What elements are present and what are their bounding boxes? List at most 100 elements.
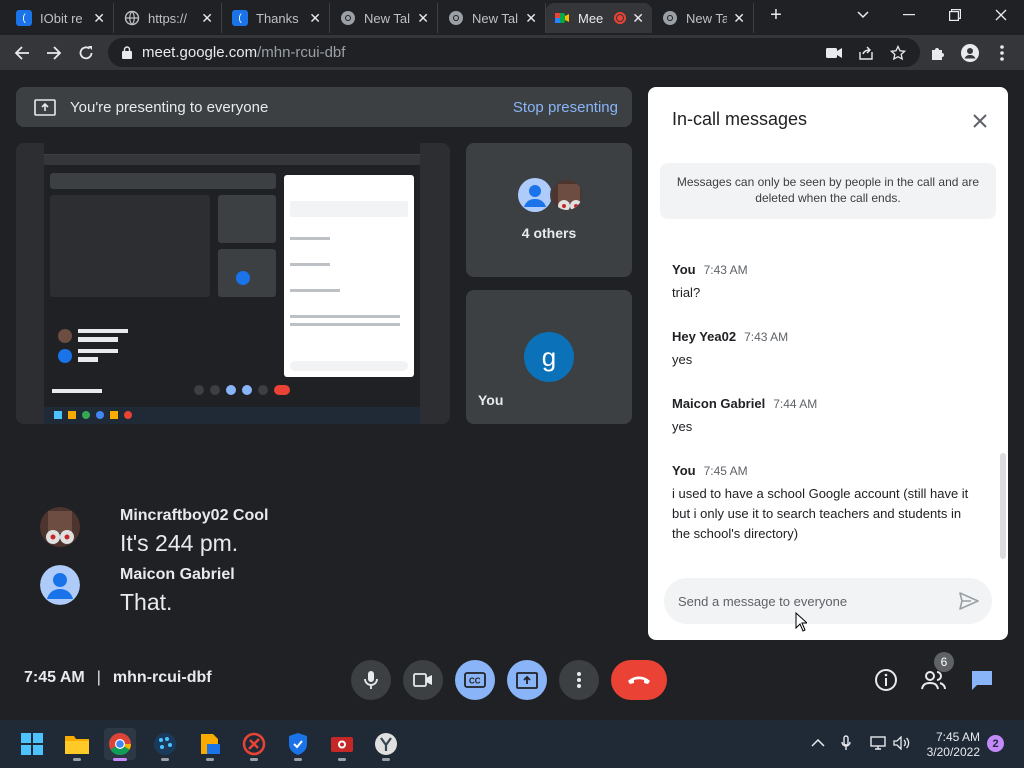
url-host: meet.google.com	[142, 44, 258, 61]
close-tab-icon[interactable]: ✕	[93, 10, 105, 27]
mouse-cursor-icon	[795, 611, 809, 637]
message-time: 7:45 AM	[703, 464, 748, 478]
browser-tab[interactable]: ( Thanks ✕	[224, 3, 330, 33]
restore-icon[interactable]	[932, 0, 978, 30]
bookmark-star-icon[interactable]	[888, 43, 908, 63]
message-time: 7:43 AM	[703, 263, 748, 277]
camera-button[interactable]	[403, 660, 443, 700]
chrome-icon	[662, 10, 678, 26]
caption-text: That.	[120, 589, 173, 615]
browser-tab-active[interactable]: Mee ✕	[546, 3, 652, 33]
kebab-menu-icon[interactable]	[992, 43, 1012, 63]
microphone-tray-icon[interactable]	[837, 734, 855, 752]
meet-icon	[554, 10, 570, 26]
microphone-button[interactable]	[351, 660, 391, 700]
yandex-browser-icon[interactable]	[370, 728, 402, 761]
meeting-time: 7:45 AM	[24, 669, 85, 686]
screen-recorder-icon[interactable]	[326, 728, 358, 761]
volume-icon[interactable]	[893, 734, 911, 752]
close-tab-icon[interactable]: ✕	[201, 10, 213, 27]
address-bar[interactable]: meet.google.com/mhn-rcui-dbf	[108, 38, 920, 67]
browser-tab[interactable]: New Ta ✕	[654, 3, 754, 33]
captions-button[interactable]: CC	[455, 660, 495, 700]
close-tab-icon[interactable]: ✕	[733, 10, 745, 27]
message-text: trial?	[672, 285, 701, 300]
message-sender: Hey Yea02	[672, 329, 737, 344]
meeting-details-info-icon[interactable]	[873, 667, 899, 693]
iobit-icon: (	[16, 10, 32, 26]
browser-tab[interactable]: ( IObit re ✕	[8, 3, 114, 33]
closed-captions-icon: CC	[464, 672, 486, 688]
leave-call-button[interactable]	[611, 660, 667, 700]
in-call-messages-panel: In-call messages Messages can only be se…	[648, 87, 1008, 640]
participants-others-tile[interactable]: 4 others	[466, 143, 632, 277]
stop-presenting-button[interactable]: Stop presenting	[513, 99, 618, 116]
chat-icon[interactable]	[969, 667, 995, 693]
reload-icon[interactable]	[72, 39, 100, 67]
file-explorer-icon[interactable]	[61, 728, 93, 761]
close-tab-icon[interactable]: ✕	[632, 10, 644, 27]
share-icon[interactable]	[856, 43, 876, 63]
shield-icon[interactable]	[282, 728, 314, 761]
url-path: /mhn-rcui-dbf	[257, 44, 346, 61]
shared-screen-preview	[44, 143, 420, 424]
self-tile-label: You	[478, 392, 504, 408]
chrome-icon	[340, 10, 356, 26]
close-tab-icon[interactable]: ✕	[525, 10, 537, 27]
iobit-icon: (	[232, 10, 248, 26]
kebab-menu-icon	[577, 672, 581, 688]
video-camera-icon	[413, 673, 433, 687]
new-tab-icon[interactable]: +	[760, 0, 792, 30]
avatar	[40, 565, 80, 605]
caption-text: It's 244 pm.	[120, 530, 239, 556]
clock-time: 7:45 AM	[935, 730, 980, 744]
app-dots-icon[interactable]	[149, 728, 181, 761]
self-video-tile[interactable]: g You	[466, 290, 632, 424]
chevron-up-icon[interactable]	[809, 734, 827, 752]
avatar	[40, 507, 80, 547]
send-icon[interactable]	[958, 590, 980, 612]
windows-start-icon[interactable]	[16, 728, 48, 760]
message-sender: You	[672, 262, 696, 277]
more-options-button[interactable]	[559, 660, 599, 700]
presenting-banner: You're presenting to everyone Stop prese…	[16, 87, 632, 127]
message-input[interactable]: Send a message to everyone	[664, 578, 992, 624]
minimize-icon[interactable]	[886, 0, 932, 30]
network-icon[interactable]	[869, 734, 887, 752]
divider: |	[96, 669, 101, 686]
presenting-label: You're presenting to everyone	[70, 98, 269, 116]
avatar	[550, 178, 584, 212]
lock-icon[interactable]	[122, 46, 132, 59]
close-window-icon[interactable]	[978, 0, 1024, 30]
avatar	[518, 178, 552, 212]
message-placeholder: Send a message to everyone	[678, 593, 848, 609]
close-icon[interactable]	[968, 109, 992, 133]
profile-avatar-icon[interactable]	[960, 43, 980, 63]
tab-search-chevron-icon[interactable]	[840, 0, 886, 30]
chrome-taskbar-icon[interactable]	[104, 728, 136, 761]
present-now-button[interactable]	[507, 660, 547, 700]
notification-badge[interactable]: 2	[987, 735, 1004, 752]
message-sender: You	[672, 463, 696, 478]
back-arrow-icon[interactable]	[8, 39, 36, 67]
game-app-icon[interactable]	[238, 728, 270, 761]
close-tab-icon[interactable]: ✕	[309, 10, 321, 27]
browser-tab[interactable]: New Tal ✕	[332, 3, 438, 33]
document-folder-icon[interactable]	[194, 728, 226, 761]
system-clock[interactable]: 7:45 AM 3/20/2022	[920, 730, 980, 760]
close-tab-icon[interactable]: ✕	[417, 10, 429, 27]
forward-arrow-icon[interactable]	[40, 39, 68, 67]
browser-tab[interactable]: New Tal ✕	[440, 3, 546, 33]
message-time: 7:43 AM	[744, 330, 789, 344]
camera-in-use-icon[interactable]	[824, 43, 844, 63]
extensions-puzzle-icon[interactable]	[928, 43, 948, 63]
browser-tab[interactable]: https:// ✕	[116, 3, 222, 33]
recording-icon	[614, 12, 627, 24]
browser-toolbar: meet.google.com/mhn-rcui-dbf	[0, 35, 1024, 70]
screen-share-tile[interactable]	[16, 143, 450, 424]
others-count-label: 4 others	[521, 225, 577, 241]
windows-taskbar	[0, 720, 1024, 768]
tab-strip: ( IObit re ✕ https:// ✕ ( Thanks ✕ New T…	[0, 0, 1024, 35]
scrollbar[interactable]	[1000, 453, 1006, 559]
present-screen-icon	[34, 98, 56, 116]
